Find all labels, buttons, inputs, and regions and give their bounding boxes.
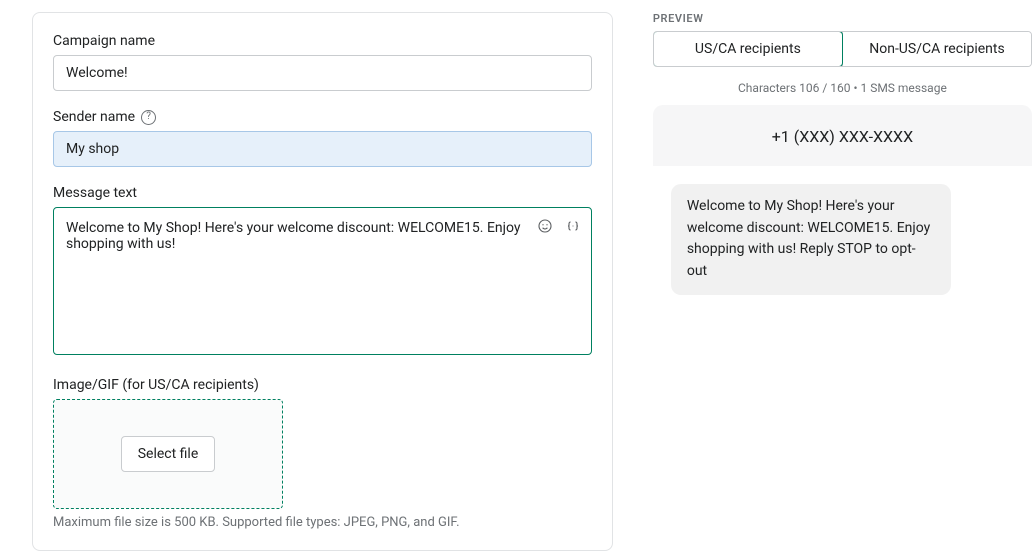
tab-us-ca-recipients[interactable]: US/CA recipients	[653, 31, 843, 67]
phone-number-display: +1 (XXX) XXX-XXXX	[653, 105, 1032, 166]
select-file-button[interactable]: Select file	[121, 436, 216, 472]
file-help-text: Maximum file size is 500 KB. Supported f…	[53, 515, 592, 530]
message-text-label: Message text	[53, 185, 592, 201]
emoji-icon[interactable]	[536, 217, 554, 235]
message-text-textarea[interactable]	[53, 207, 592, 355]
sender-name-label: Sender name ?	[53, 109, 592, 125]
message-text-field: Message text	[53, 185, 592, 359]
sender-name-field: Sender name ?	[53, 109, 592, 167]
insert-variable-icon[interactable]	[564, 217, 582, 235]
image-upload-label: Image/GIF (for US/CA recipients)	[53, 377, 592, 393]
textarea-toolbar	[536, 217, 582, 235]
sms-bubble: Welcome to My Shop! Here's your welcome …	[671, 184, 951, 295]
preview-heading: PREVIEW	[653, 12, 1032, 25]
phone-preview: +1 (XXX) XXX-XXXX Welcome to My Shop! He…	[653, 105, 1032, 531]
tab-non-us-ca-recipients[interactable]: Non-US/CA recipients	[842, 32, 1031, 66]
sender-name-label-text: Sender name	[53, 109, 135, 125]
campaign-form-card: Campaign name Sender name ? Message text	[32, 12, 613, 551]
image-upload-field: Image/GIF (for US/CA recipients) Select …	[53, 377, 592, 530]
campaign-name-input[interactable]	[53, 55, 592, 91]
character-counter: Characters 106 / 160 • 1 SMS message	[653, 81, 1032, 95]
sender-name-input[interactable]	[53, 131, 592, 167]
campaign-name-label: Campaign name	[53, 33, 592, 49]
help-icon[interactable]: ?	[141, 110, 156, 125]
phone-body: Welcome to My Shop! Here's your welcome …	[653, 166, 1032, 531]
image-dropzone[interactable]: Select file	[53, 399, 283, 509]
campaign-name-field: Campaign name	[53, 33, 592, 91]
preview-column: PREVIEW US/CA recipients Non-US/CA recip…	[653, 12, 1032, 551]
recipient-segmented-control: US/CA recipients Non-US/CA recipients	[653, 31, 1032, 67]
